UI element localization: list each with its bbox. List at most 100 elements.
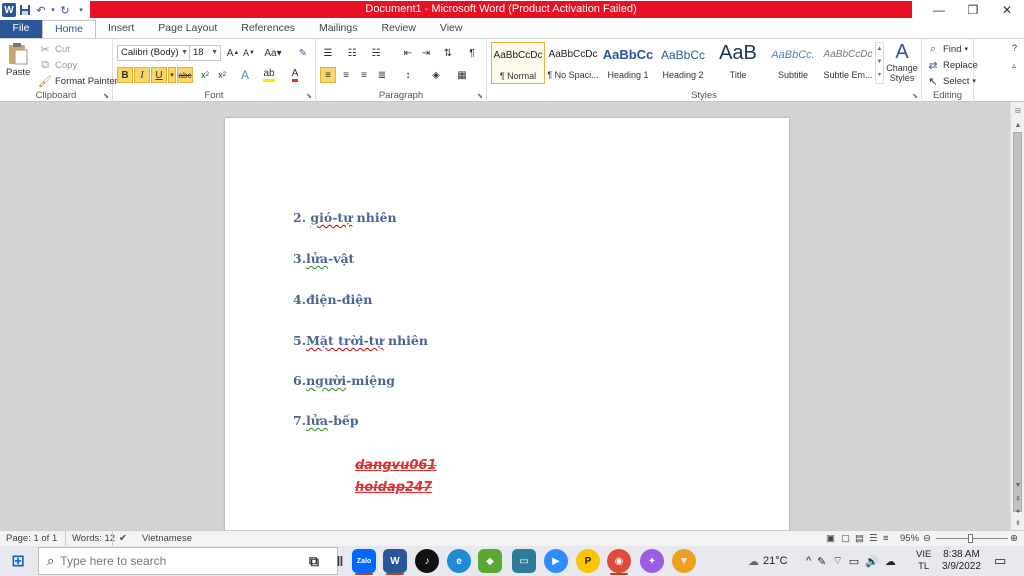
task-view-icon[interactable]: ⧉: [302, 549, 326, 573]
decrease-indent-icon[interactable]: ⇤: [400, 45, 416, 61]
document-area[interactable]: 2. gió-tự nhiên 3.lửa-vật 4.điện-điện 5.…: [0, 102, 1010, 530]
grow-font-button[interactable]: A ▲: [225, 45, 241, 61]
app-store-icon[interactable]: ◆: [478, 549, 502, 573]
increase-indent-icon[interactable]: ⇥: [418, 45, 434, 61]
minimize-icon[interactable]: —: [922, 0, 956, 20]
draft-icon[interactable]: ≡: [883, 531, 889, 547]
browser-icon[interactable]: ▼: [672, 549, 696, 573]
line-spacing-icon[interactable]: ↕: [400, 67, 416, 83]
select-button[interactable]: ↖ Select ▾: [926, 74, 976, 88]
notifications-icon[interactable]: ▭: [994, 546, 1006, 576]
zoom-out-icon[interactable]: ⊖: [923, 531, 931, 547]
style-subtle-emphasis[interactable]: AaBbCcDc Subtle Em...: [821, 42, 875, 84]
messenger-icon[interactable]: ✦: [640, 549, 664, 573]
struck-text[interactable]: hoidap247: [355, 480, 432, 495]
style-heading-2[interactable]: AaBbCc Heading 2: [656, 42, 710, 84]
underline-dropdown-icon[interactable]: ▾: [168, 67, 176, 83]
tab-review[interactable]: Review: [369, 20, 427, 38]
doc-line[interactable]: 6.người-miệng: [293, 373, 395, 388]
align-center-icon[interactable]: ≡: [338, 67, 354, 83]
next-page-icon[interactable]: ⇟: [1011, 518, 1024, 530]
search-input[interactable]: [60, 554, 311, 568]
borders-icon[interactable]: ▦: [454, 67, 470, 83]
tiktok-icon[interactable]: ♪: [415, 549, 439, 573]
close-icon[interactable]: ✕: [990, 0, 1024, 20]
previous-page-icon[interactable]: ⇞: [1011, 494, 1024, 506]
language-switch[interactable]: VIE TL: [916, 546, 931, 576]
multilevel-list-icon[interactable]: ☵: [368, 45, 384, 61]
chrome-icon[interactable]: ◉: [607, 549, 631, 573]
battery-icon[interactable]: ▭: [849, 555, 859, 568]
sort-icon[interactable]: ⇅: [440, 45, 456, 61]
dialog-launcher-icon[interactable]: ⬊: [912, 92, 918, 100]
copy-button[interactable]: ⧉ Copy: [38, 58, 77, 72]
shading-icon[interactable]: ◈: [428, 67, 444, 83]
word-count[interactable]: Words: 12: [65, 531, 115, 547]
tab-mailings[interactable]: Mailings: [307, 20, 370, 38]
shrink-font-button[interactable]: A ▼: [241, 45, 257, 61]
font-size-combo[interactable]: 18 ▼: [189, 45, 221, 61]
doc-line[interactable]: 4.điện-điện: [293, 292, 372, 307]
ruler-toggle-icon[interactable]: ⊟: [1011, 106, 1024, 118]
redo-icon[interactable]: ↻: [58, 2, 72, 18]
superscript-button[interactable]: x2: [214, 67, 230, 83]
tab-page-layout[interactable]: Page Layout: [146, 20, 229, 38]
change-styles-button[interactable]: A Change Styles: [884, 41, 920, 83]
select-browse-object-icon[interactable]: ●: [1011, 506, 1024, 518]
tab-view[interactable]: View: [428, 20, 475, 38]
zoom-app-icon[interactable]: ▶: [544, 549, 568, 573]
format-painter-button[interactable]: 🖌 Format Painter: [38, 74, 118, 88]
align-right-icon[interactable]: ≡: [356, 67, 372, 83]
proofing-icon[interactable]: ✔: [112, 531, 127, 547]
weather-widget[interactable]: ☁ 21°C: [748, 546, 788, 576]
underline-button[interactable]: U: [151, 67, 167, 83]
widgets-icon[interactable]: ‖: [328, 549, 352, 573]
tab-file[interactable]: File: [0, 20, 42, 38]
onedrive-icon[interactable]: ☁: [885, 555, 896, 568]
doc-line[interactable]: 3.lửa-vật: [293, 251, 354, 266]
show-formatting-icon[interactable]: ¶: [464, 45, 480, 61]
highlight-icon[interactable]: ab: [261, 67, 277, 83]
strikethrough-button[interactable]: abc: [177, 67, 193, 83]
windows-start-icon[interactable]: ⊞: [6, 549, 30, 573]
find-button[interactable]: ⌕ Find ▾: [926, 42, 968, 56]
font-color-icon[interactable]: A: [287, 67, 303, 83]
struck-text[interactable]: dangvu061: [355, 458, 437, 473]
photo-app-icon[interactable]: P: [576, 549, 600, 573]
style-subtitle[interactable]: AaBbCc. Subtitle: [766, 42, 820, 84]
outline-icon[interactable]: ☰: [869, 531, 878, 547]
style-heading-1[interactable]: AaBbCc Heading 1: [601, 42, 655, 84]
network-icon[interactable]: ⌔: [832, 554, 842, 568]
doc-line[interactable]: 5.Mặt trời-tự nhiên: [293, 333, 428, 348]
dialog-launcher-icon[interactable]: ⬊: [477, 92, 483, 100]
vertical-scrollbar[interactable]: ⊟ ▲ ▼ ⇞ ● ⇟: [1010, 102, 1024, 530]
replace-button[interactable]: ⇄ Replace: [926, 58, 977, 72]
doc-line[interactable]: 7.lửa-bếp: [293, 413, 359, 428]
justify-icon[interactable]: ≣: [374, 67, 390, 83]
web-layout-icon[interactable]: ▤: [855, 531, 864, 547]
style-normal[interactable]: AaBbCcDc ¶ Normal: [491, 42, 545, 84]
word-logo-icon[interactable]: W: [2, 3, 16, 17]
zalo-icon[interactable]: Zalo: [352, 549, 376, 573]
paste-button[interactable]: Paste: [6, 42, 30, 78]
customize-toolbar-icon[interactable]: ▾: [74, 2, 88, 18]
change-case-button[interactable]: Aa▾: [264, 45, 281, 61]
scroll-up-icon[interactable]: ▲: [1011, 120, 1024, 132]
bold-button[interactable]: B: [117, 67, 133, 83]
bullets-icon[interactable]: ☰: [320, 45, 336, 61]
zoom-slider[interactable]: [936, 531, 1008, 547]
clock[interactable]: 8:38 AM 3/9/2022: [942, 546, 981, 576]
dialog-launcher-icon[interactable]: ⬊: [306, 92, 312, 100]
page-count[interactable]: Page: 1 of 1: [6, 531, 57, 547]
zoom-in-icon[interactable]: ⊕: [1010, 531, 1018, 547]
document-page[interactable]: 2. gió-tự nhiên 3.lửa-vật 4.điện-điện 5.…: [225, 118, 789, 530]
restore-icon[interactable]: ❐: [956, 0, 990, 20]
taskbar-search[interactable]: ⌕: [38, 547, 338, 575]
dialog-launcher-icon[interactable]: ⬊: [103, 92, 109, 100]
style-no-spacing[interactable]: AaBbCcDc ¶ No Spaci...: [546, 42, 600, 84]
subscript-button[interactable]: x2: [197, 67, 213, 83]
print-layout-icon[interactable]: ▣: [826, 531, 835, 547]
pen-icon[interactable]: ✎: [817, 555, 826, 568]
align-left-icon[interactable]: ≡: [320, 67, 336, 83]
language-indicator[interactable]: Vietnamese: [142, 531, 192, 547]
